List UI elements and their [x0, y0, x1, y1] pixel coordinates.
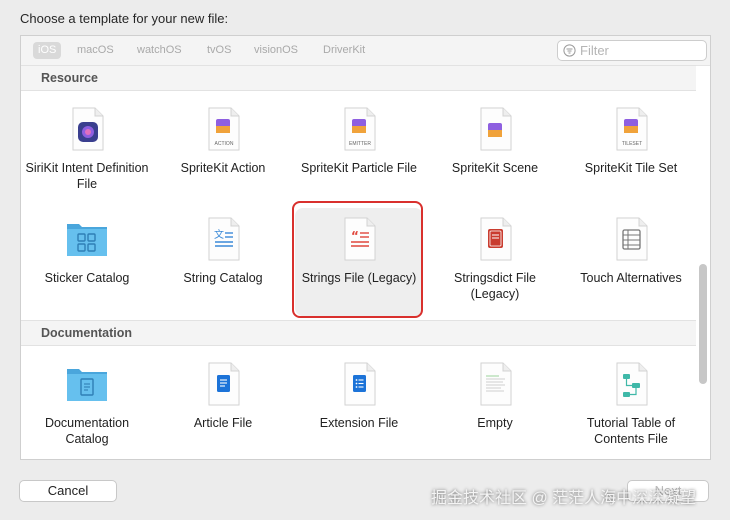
template-label: SpriteKit Scene — [451, 161, 539, 175]
template-label: String Catalog — [183, 271, 263, 285]
template-label: Article File — [193, 416, 253, 430]
template-label: Stringsdict File (Legacy) — [454, 271, 536, 301]
template-spritekit-action[interactable]: ACTION SpriteKit Action — [159, 98, 287, 206]
section-header-documentation: Documentation — [21, 320, 696, 346]
stringsdict-file-icon — [480, 217, 512, 261]
template-label: SpriteKit Action — [180, 161, 266, 175]
tutorial-toc-icon — [616, 362, 648, 406]
template-label: Extension File — [319, 416, 399, 430]
template-spritekit-particle[interactable]: EMITTER SpriteKit Particle File — [295, 98, 423, 206]
platform-tab-bar: iOS macOS watchOS tvOS visionOS DriverKi… — [21, 36, 710, 66]
article-file-icon — [208, 362, 240, 406]
sirikit-intent-icon — [72, 107, 104, 151]
template-label: Touch Alternatives — [580, 271, 682, 285]
tab-ios[interactable]: iOS — [33, 42, 62, 59]
template-touch-alternatives[interactable]: Touch Alternatives — [567, 208, 695, 316]
svg-text:文: 文 — [214, 228, 224, 241]
template-documentation-catalog[interactable]: Documentation Catalog — [23, 353, 151, 459]
template-label: Empty — [477, 416, 513, 430]
template-stringsdict-file[interactable]: Stringsdict File (Legacy) — [431, 208, 559, 316]
template-spritekit-scene[interactable]: SpriteKit Scene — [431, 98, 559, 206]
cancel-button[interactable]: Cancel — [19, 480, 117, 502]
vertical-scrollbar[interactable] — [699, 264, 707, 384]
template-tutorial-toc[interactable]: Tutorial Table of Contents File — [567, 353, 695, 459]
string-catalog-icon: 文 — [208, 217, 240, 261]
template-label: SpriteKit Particle File — [300, 161, 417, 175]
template-string-catalog[interactable]: 文 String Catalog — [159, 208, 287, 316]
documentation-catalog-folder-icon — [67, 369, 107, 401]
template-sirikit-intent[interactable]: SiriKit Intent Definition File — [23, 98, 151, 206]
tab-visionos[interactable]: visionOS — [249, 42, 303, 59]
icon-badge: ACTION — [215, 141, 234, 147]
dialog-title: Choose a template for your new file: — [20, 11, 229, 26]
section-title: Documentation — [41, 326, 132, 340]
template-spritekit-tileset[interactable]: TILESET SpriteKit Tile Set — [567, 98, 695, 206]
watermark-text: 掘金技术社区 @ 茫茫人海中深深凝望 — [431, 490, 697, 507]
section-title: Resource — [41, 71, 98, 85]
filter-input[interactable]: Filter — [580, 43, 609, 58]
template-label: SpriteKit Tile Set — [584, 161, 678, 175]
sticker-catalog-folder-icon — [67, 224, 107, 256]
section-header-resource: Resource — [21, 65, 696, 91]
icon-badge: EMITTER — [349, 141, 371, 147]
template-label: Documentation Catalog — [44, 416, 130, 446]
spritekit-particle-icon: EMITTER — [344, 107, 376, 151]
template-empty[interactable]: Empty — [431, 353, 559, 459]
template-label: SiriKit Intent Definition File — [25, 161, 149, 191]
tab-watchos[interactable]: watchOS — [132, 42, 187, 59]
template-extension-file[interactable]: Extension File — [295, 353, 423, 459]
template-sticker-catalog[interactable]: Sticker Catalog — [23, 208, 151, 316]
icon-badge: TILESET — [622, 141, 642, 147]
touch-alternatives-icon — [616, 217, 648, 261]
selection-highlight-outline — [292, 201, 423, 318]
spritekit-scene-icon — [480, 107, 512, 151]
template-label: Sticker Catalog — [44, 271, 130, 285]
template-label: Tutorial Table of Contents File — [586, 416, 676, 446]
spritekit-action-icon: ACTION — [208, 107, 240, 151]
tab-tvos[interactable]: tvOS — [202, 42, 236, 59]
tab-macos[interactable]: macOS — [72, 42, 119, 59]
empty-file-icon — [480, 362, 512, 406]
template-article-file[interactable]: Article File — [159, 353, 287, 459]
filter-icon — [563, 44, 576, 57]
filter-field[interactable]: Filter — [557, 40, 707, 61]
spritekit-tileset-icon: TILESET — [616, 107, 648, 151]
tab-driverkit[interactable]: DriverKit — [318, 42, 370, 59]
extension-file-icon — [344, 362, 376, 406]
